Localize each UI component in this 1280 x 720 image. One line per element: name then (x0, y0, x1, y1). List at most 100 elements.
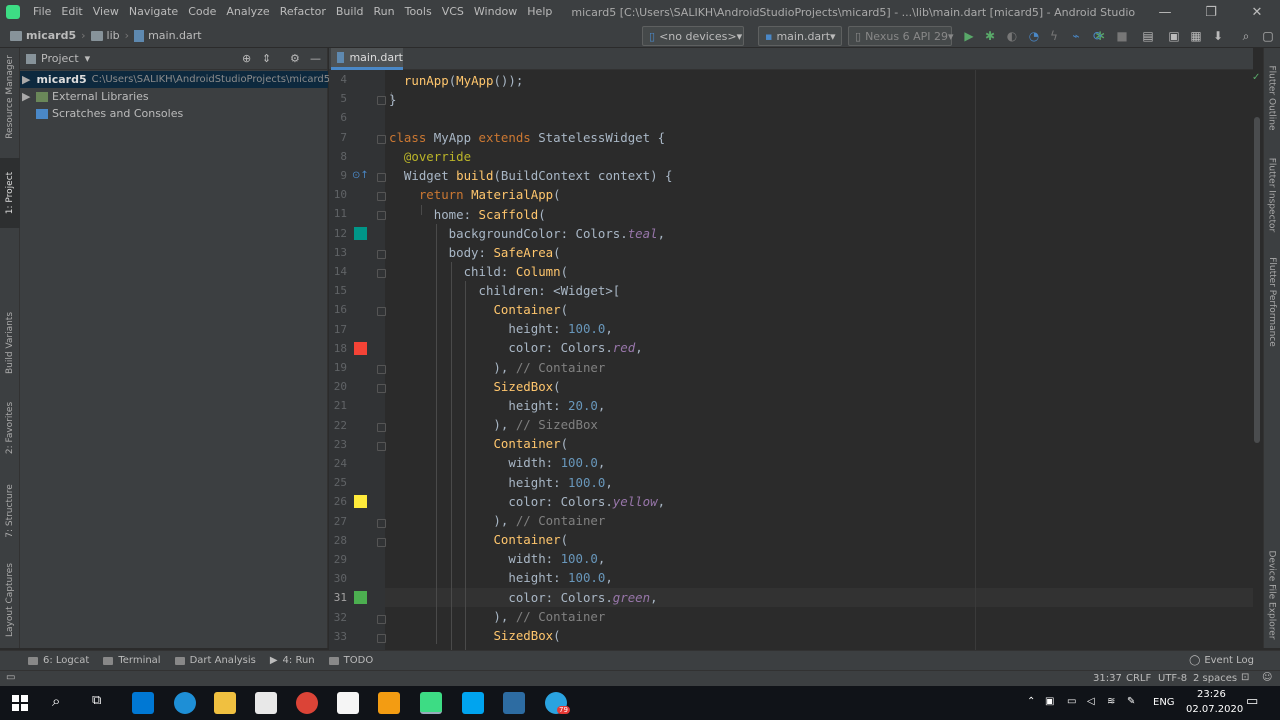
menu-tools[interactable]: Tools (400, 0, 437, 24)
menu-run[interactable]: Run (369, 0, 400, 24)
file-explorer-icon[interactable] (214, 692, 236, 714)
sublime-text-icon[interactable] (378, 692, 400, 714)
fold-marker-icon[interactable] (377, 96, 386, 106)
store-icon[interactable] (255, 692, 277, 714)
menu-refactor[interactable]: Refactor (275, 0, 331, 24)
locate-icon[interactable]: ⊕ (242, 52, 251, 65)
fold-marker-icon[interactable] (377, 384, 386, 394)
hot-reload-icon[interactable]: ϟ (1046, 28, 1062, 44)
android-studio-taskbar-icon[interactable] (420, 692, 442, 714)
menu-edit[interactable]: Edit (56, 0, 87, 24)
edge-icon[interactable] (174, 692, 196, 714)
clock-date[interactable]: 02.07.2020 (1186, 704, 1243, 715)
tool-event-log[interactable]: ◯ Event Log (1189, 655, 1254, 666)
tree-item-micard5[interactable]: ▶ micard5 C:\Users\SALIKH\AndroidStudioP… (20, 71, 330, 88)
wifi-icon[interactable]: ≋ (1107, 696, 1115, 707)
notepad-icon[interactable] (337, 692, 359, 714)
tool-dart-analysis[interactable]: Dart Analysis (174, 655, 256, 666)
menu-analyze[interactable]: Analyze (221, 0, 274, 24)
color-swatch-red[interactable] (354, 342, 367, 355)
chevron-up-icon[interactable]: ⌃ (1027, 696, 1035, 707)
color-swatch-yellow[interactable] (354, 495, 367, 508)
tab-structure[interactable]: 7: Structure (0, 478, 20, 543)
tree-item-scratches[interactable]: Scratches and Consoles (20, 105, 328, 122)
windows-start-icon[interactable] (12, 695, 28, 711)
tool-terminal[interactable]: Terminal (103, 655, 161, 666)
folder-open-icon[interactable]: ▤ (1140, 28, 1156, 44)
inspector-icon[interactable]: ☺ (1262, 672, 1272, 683)
tab-flutter-outline[interactable]: Flutter Outline (1263, 55, 1280, 140)
tab-favorites[interactable]: 2: Favorites (0, 395, 20, 460)
skype-icon[interactable] (462, 692, 484, 714)
menu-window[interactable]: Window (469, 0, 522, 24)
fold-marker-icon[interactable] (377, 441, 386, 451)
tab-project[interactable]: 1: Project (0, 158, 20, 228)
tab-device-file-explorer[interactable]: Device File Explorer (1263, 545, 1280, 645)
hide-icon[interactable]: — (310, 52, 321, 65)
network-icon[interactable]: ▣ (1045, 696, 1054, 707)
search-icon[interactable]: ⌕ (1238, 28, 1254, 44)
mail-icon[interactable] (132, 692, 154, 714)
tool-todo[interactable]: TODO (328, 655, 373, 666)
debug-icon[interactable]: ✱ (982, 28, 998, 44)
tab-resource-manager[interactable]: Resource Manager (0, 52, 20, 142)
menu-code[interactable]: Code (183, 0, 221, 24)
menu-vcs[interactable]: VCS (437, 0, 469, 24)
fold-marker-icon[interactable] (377, 192, 386, 202)
fold-marker-icon[interactable] (377, 134, 386, 144)
search-icon[interactable]: ⌕ (52, 692, 60, 710)
fold-marker-icon[interactable] (377, 173, 386, 182)
layout-icon[interactable]: ▣ (1166, 28, 1182, 44)
fold-marker-icon[interactable] (377, 211, 386, 221)
fold-marker-icon[interactable] (377, 537, 386, 547)
sdk-manager-icon[interactable]: ⬇ (1210, 28, 1226, 44)
chrome-icon[interactable] (296, 692, 318, 714)
tab-main-dart[interactable]: main.dart (331, 48, 403, 70)
fold-marker-icon[interactable] (377, 307, 386, 317)
chevron-right-icon[interactable]: ▶ (22, 73, 30, 86)
tab-layout-captures[interactable]: Layout Captures (0, 560, 20, 640)
caret-position[interactable]: 31:37 (1093, 673, 1122, 684)
fold-marker-icon[interactable] (377, 614, 386, 624)
dropdown-icon[interactable]: ▾ (85, 52, 91, 65)
fold-marker-icon[interactable] (377, 633, 386, 643)
photos-icon[interactable] (503, 692, 525, 714)
fold-marker-icon[interactable] (377, 365, 386, 374)
fold-marker-icon[interactable] (377, 249, 386, 259)
close-button[interactable]: ✕ (1234, 0, 1280, 24)
gauge-icon[interactable]: ◔ (1026, 28, 1042, 44)
monitor-icon[interactable]: ▭ (1067, 696, 1076, 707)
tab-build-variants[interactable]: Build Variants (0, 305, 20, 380)
override-marker-icon[interactable]: ⊙↑ (352, 170, 369, 181)
stop-icon[interactable]: ■ (1114, 28, 1130, 44)
profile-icon[interactable]: ◐ (1004, 28, 1020, 44)
chevron-right-icon[interactable]: ▶ (22, 90, 34, 103)
run-icon[interactable]: ▶ (961, 28, 977, 44)
bug-icon[interactable]: ✲ (1092, 28, 1108, 44)
menu-build[interactable]: Build (331, 0, 369, 24)
task-view-icon[interactable]: ⧉ (92, 693, 101, 708)
notifications-icon[interactable]: ▭ (1246, 694, 1258, 709)
indent-setting[interactable]: 2 spaces (1193, 673, 1237, 684)
tool-logcat[interactable]: 6: Logcat (28, 655, 89, 666)
gear-icon[interactable]: ⚙ (290, 52, 300, 65)
device-selector[interactable]: ▯ <no devices> ▾ (642, 26, 744, 46)
breadcrumb-lib[interactable]: lib (87, 29, 124, 42)
menu-view[interactable]: View (88, 0, 124, 24)
tool-windows-icon[interactable]: ▭ (6, 672, 15, 683)
language-indicator[interactable]: ENG (1153, 697, 1175, 708)
tree-item-external-libraries[interactable]: ▶ External Libraries (20, 88, 328, 105)
pen-icon[interactable]: ✎ (1127, 696, 1135, 707)
project-view-selector[interactable]: Project (41, 52, 79, 65)
volume-icon[interactable]: ◁ (1087, 696, 1095, 707)
file-encoding[interactable]: UTF-8 (1158, 673, 1187, 684)
menu-help[interactable]: Help (522, 0, 557, 24)
lock-icon[interactable]: ⊡ (1241, 672, 1249, 683)
emulator-selector[interactable]: ▯ Nexus 6 API 29 ▾ (848, 26, 954, 46)
menu-navigate[interactable]: Navigate (124, 0, 183, 24)
color-swatch-teal[interactable] (354, 227, 367, 240)
collapse-icon[interactable]: ⇕ (262, 52, 271, 65)
minimize-button[interactable]: — (1142, 0, 1188, 24)
line-separator[interactable]: CRLF (1126, 673, 1151, 684)
device-manager-icon[interactable]: ▦ (1188, 28, 1204, 44)
